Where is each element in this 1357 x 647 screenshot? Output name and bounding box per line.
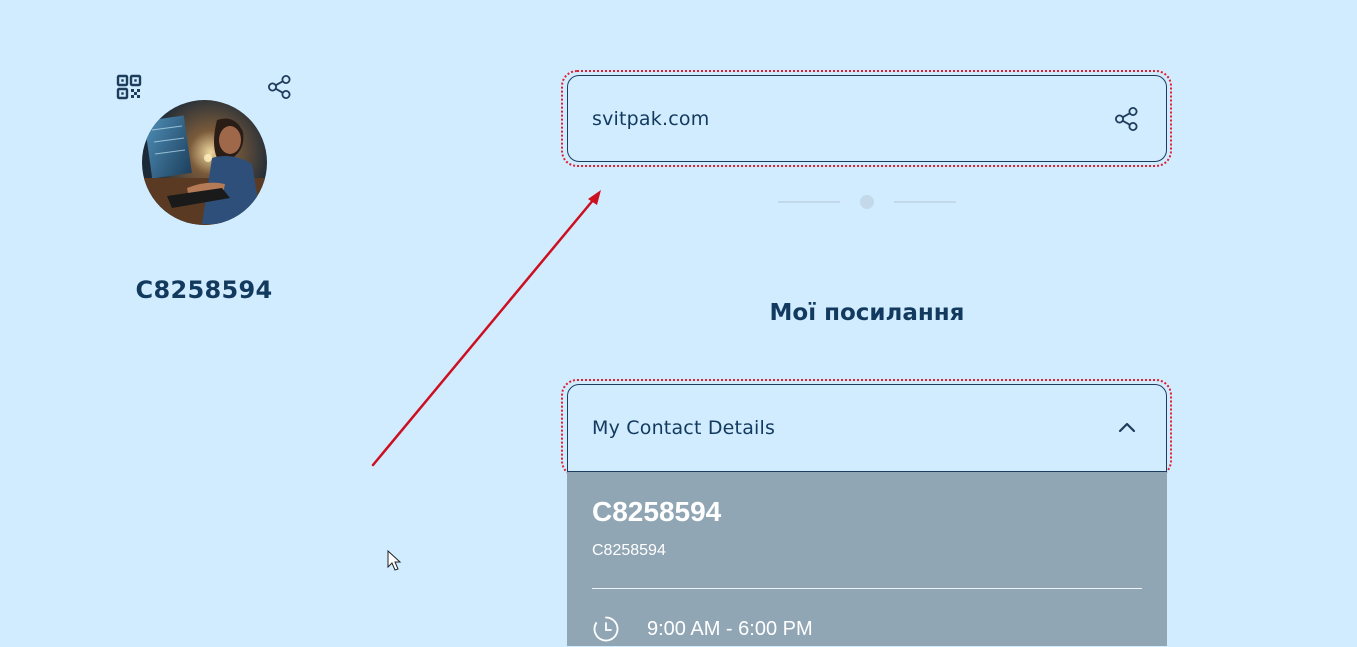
arrow-head	[588, 190, 601, 205]
share-icon	[268, 75, 291, 99]
clock-icon	[592, 615, 620, 643]
avatar-image	[142, 100, 267, 225]
profile-name: C8258594	[135, 276, 273, 304]
website-share-button[interactable]	[1112, 104, 1142, 134]
carousel-dash-next[interactable]	[894, 201, 956, 203]
contact-subtitle: C8258594	[592, 542, 666, 559]
chevron-up-icon	[1118, 422, 1136, 433]
website-link-label: svitpak.com	[592, 107, 710, 130]
working-hours: 9:00 AM - 6:00 PM	[647, 618, 813, 640]
contact-details-panel: C8258594 C8258594 9:00 AM - 6:00 PM	[567, 472, 1167, 646]
contact-accordion-label: My Contact Details	[592, 417, 776, 439]
carousel-dot-active[interactable]	[860, 195, 874, 209]
qr-code-button[interactable]	[114, 72, 144, 102]
avatar	[142, 100, 267, 225]
website-link-card[interactable]: svitpak.com	[567, 75, 1167, 162]
contact-divider	[592, 588, 1142, 589]
qr-code-icon	[116, 74, 142, 100]
accordion-toggle-button[interactable]	[1112, 413, 1142, 443]
profile-share-button[interactable]	[265, 72, 295, 102]
carousel-dash-prev[interactable]	[778, 201, 840, 203]
section-title: Мої посилання	[769, 300, 965, 326]
contact-name: C8258594	[592, 496, 722, 527]
contact-accordion-header[interactable]: My Contact Details	[567, 384, 1167, 472]
mouse-cursor-icon	[387, 549, 402, 571]
carousel-indicator	[778, 192, 956, 212]
share-icon	[1115, 106, 1138, 131]
